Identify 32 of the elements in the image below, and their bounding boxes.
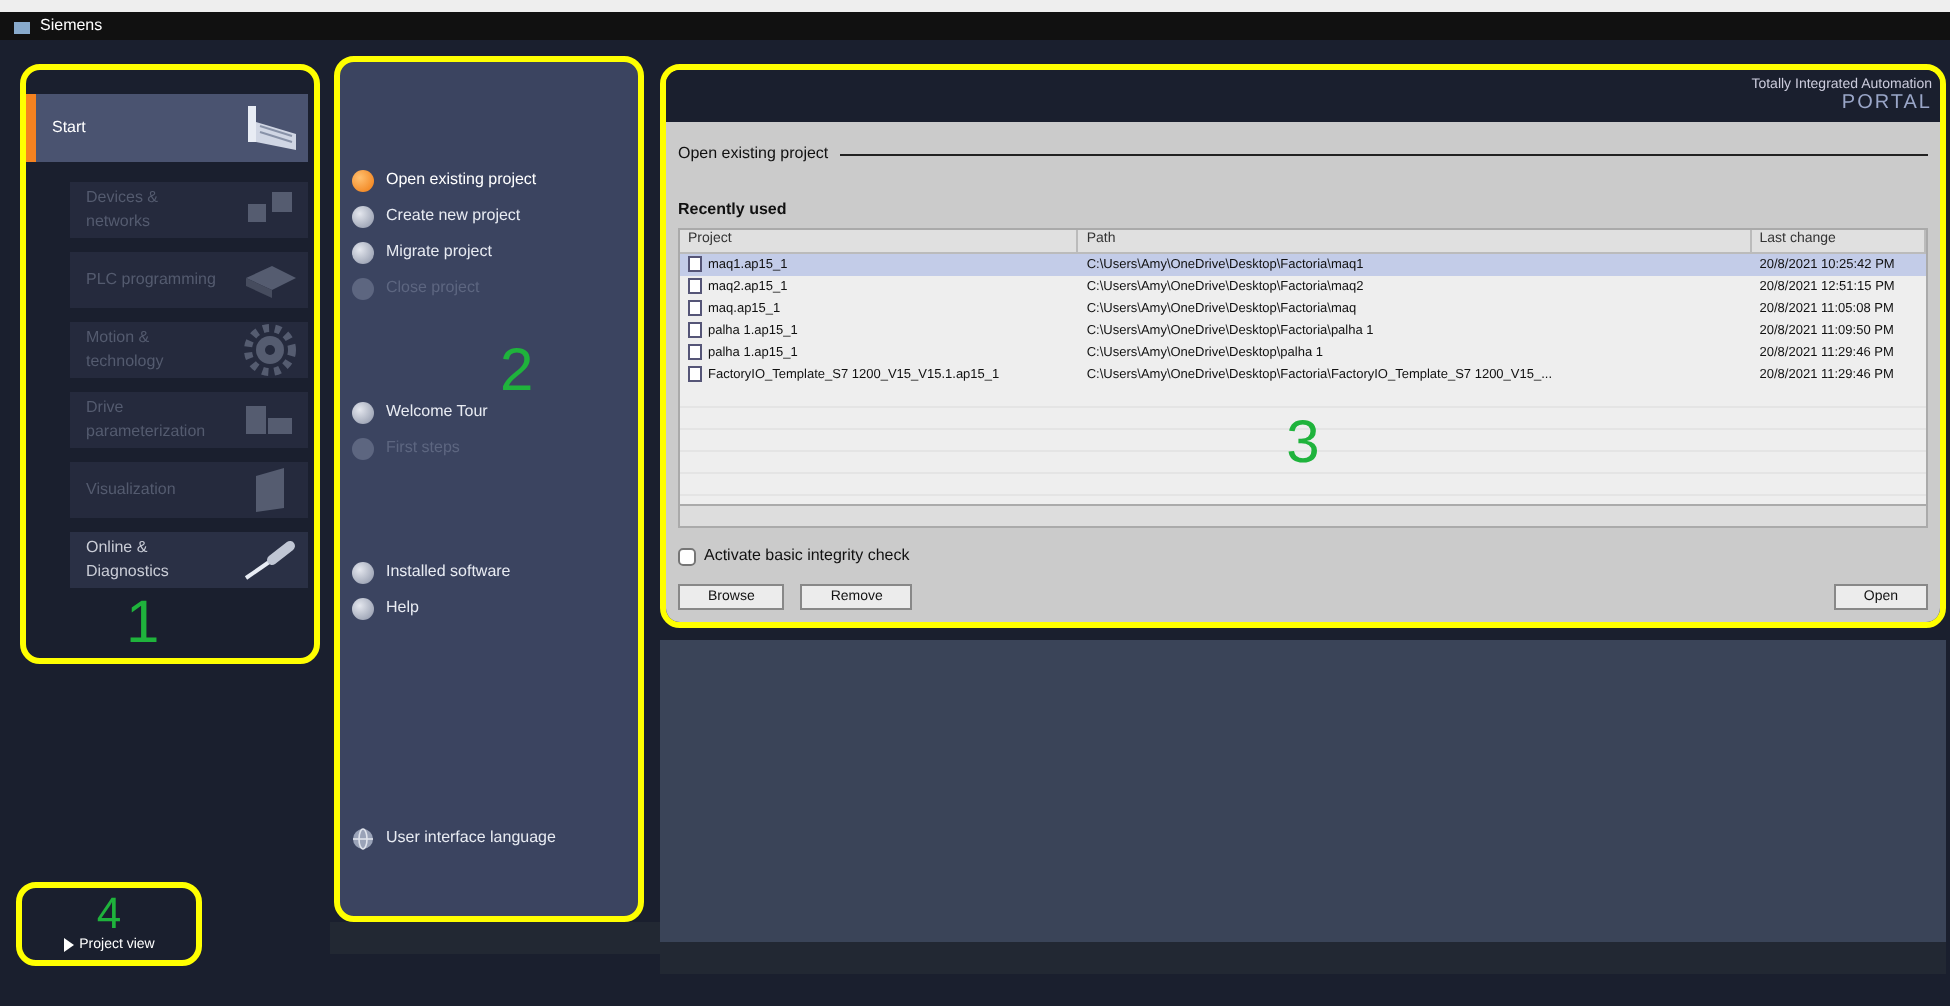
- gear-icon: [240, 324, 300, 376]
- menu-link[interactable]: Open existing project: [352, 162, 537, 198]
- menu-link[interactable]: Installed software: [352, 554, 511, 590]
- horizontal-scrollbar[interactable]: [680, 504, 1926, 526]
- bullet-icon: [352, 597, 374, 619]
- menu-link[interactable]: Migrate project: [352, 234, 492, 270]
- portal-button[interactable]: Online & Diagnostics: [70, 532, 308, 588]
- bullet-icon: [352, 169, 374, 191]
- menu-link[interactable]: Welcome Tour: [352, 394, 488, 430]
- callout-number: 1: [126, 594, 160, 654]
- bullet-icon: [352, 437, 374, 459]
- callout-number: 2: [500, 342, 534, 402]
- menu-link[interactable]: User interface language: [352, 820, 556, 856]
- bullet-icon: [352, 401, 374, 423]
- bullet-icon: [352, 205, 374, 227]
- menu-link[interactable]: Create new project: [352, 198, 521, 234]
- bullet-icon: [352, 241, 374, 263]
- menu-link[interactable]: Help: [352, 590, 419, 626]
- window-title: Siemens: [40, 14, 103, 38]
- brand-subtitle: PORTAL: [1839, 92, 1932, 115]
- bullet-icon: [352, 277, 374, 299]
- checkbox-label: Activate basic integrity check: [704, 544, 910, 568]
- triangle-icon: [63, 938, 74, 953]
- callout-number: 3: [1286, 414, 1320, 475]
- table-caption: Recently used: [678, 198, 789, 222]
- bullet-icon: [352, 561, 374, 583]
- portal-button[interactable]: Start: [26, 94, 308, 162]
- checkbox[interactable]: [678, 547, 696, 565]
- callout-number: 4: [96, 891, 122, 935]
- globe-icon: [352, 827, 374, 849]
- section-heading: Open existing project: [678, 142, 829, 166]
- app-icon: [12, 17, 32, 35]
